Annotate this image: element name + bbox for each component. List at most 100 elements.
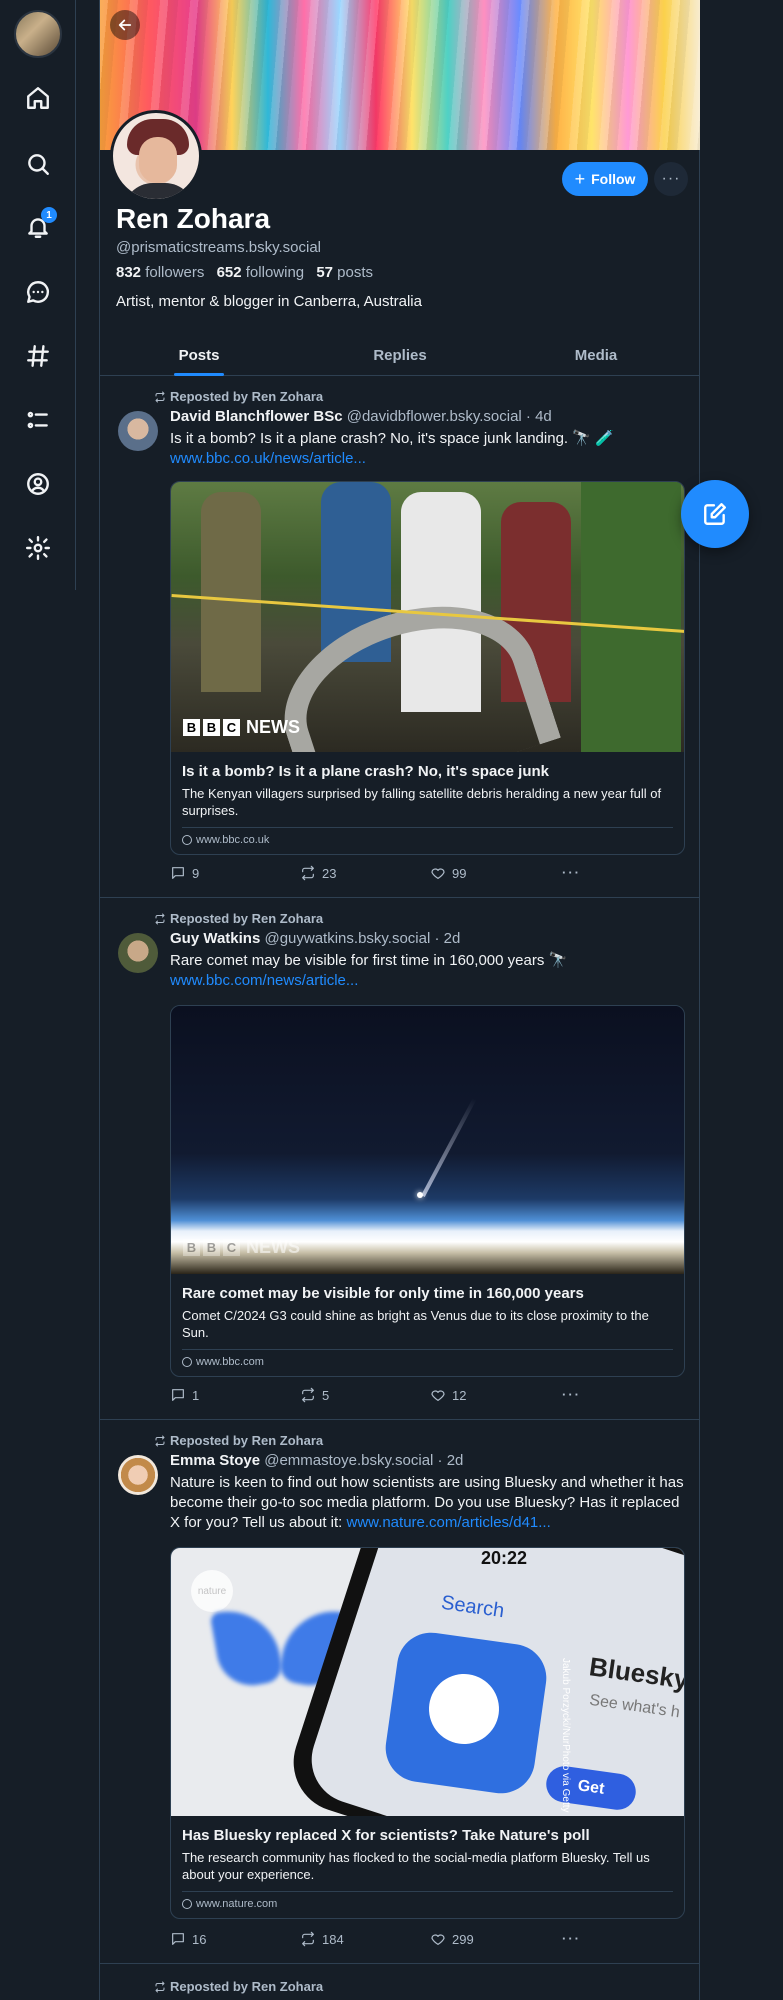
chat-icon[interactable] — [20, 274, 56, 310]
author-meta: @davidbflower.bsky.social · 4d — [346, 408, 552, 425]
feed-post[interactable]: Reposted by Ren Zohara Emma Stoye @emmas… — [100, 1421, 700, 1964]
gear-icon[interactable] — [20, 530, 56, 566]
author-name[interactable]: David Blanchflower BSc — [170, 408, 343, 425]
card-image: BBC NEWS — [171, 1006, 684, 1274]
repost-icon — [155, 391, 165, 402]
repost-button[interactable]: 5 — [300, 1387, 329, 1403]
reply-icon — [172, 1389, 184, 1401]
list-icon[interactable] — [20, 402, 56, 438]
back-button[interactable] — [110, 10, 140, 40]
post-header: Guy Watkins @guywatkins.bsky.social · 2d — [170, 930, 460, 947]
post-actions: 9 23 99 ··· — [170, 865, 630, 885]
repost-icon — [155, 1981, 165, 1992]
feed-post[interactable]: Reposted by Ren Zohara Guy Watkins @guyw… — [100, 899, 700, 1420]
card-domain: www.bbc.co.uk — [182, 827, 673, 846]
repost-indicator: Reposted by Ren Zohara — [154, 911, 323, 926]
post-text: Nature is keen to find out how scientist… — [170, 1474, 684, 1531]
followers-link[interactable]: 832 followers — [116, 264, 204, 281]
repost-indicator: Reposted by Ren Zohara — [154, 389, 323, 404]
author-name[interactable]: Emma Stoye — [170, 1452, 260, 1469]
bbc-news-logo: BBC NEWS — [183, 1237, 300, 1258]
reply-button[interactable]: 16 — [170, 1931, 206, 1947]
post-header: Emma Stoye @emmastoye.bsky.social · 2d — [170, 1452, 463, 1469]
repost-icon — [155, 913, 165, 924]
follow-button[interactable]: + Follow — [562, 162, 648, 196]
profile-handle: @prismaticstreams.bsky.social — [116, 239, 321, 256]
reply-icon — [172, 1933, 184, 1945]
card-domain: www.bbc.com — [182, 1349, 673, 1368]
home-icon[interactable] — [20, 80, 56, 116]
compose-icon — [704, 503, 726, 525]
heart-icon — [431, 1390, 445, 1401]
hashtag-icon[interactable] — [20, 338, 56, 374]
card-description: Comet C/2024 G3 could shine as bright as… — [182, 1308, 649, 1340]
main-column: + Follow ··· Ren Zohara @prismaticstream… — [99, 0, 700, 2000]
like-button[interactable]: 99 — [430, 865, 466, 881]
reply-button[interactable]: 9 — [170, 865, 199, 881]
following-link[interactable]: 652 following — [217, 264, 305, 281]
post-header: David Blanchflower BSc @davidbflower.bsk… — [170, 408, 552, 425]
post-link[interactable]: www.bbc.com/news/article... — [170, 972, 358, 989]
card-title: Has Bluesky replaced X for scientists? T… — [182, 1827, 590, 1844]
feed-post[interactable]: Reposted by Ren Zohara David Blanchflowe… — [100, 377, 700, 898]
reply-button[interactable]: 1 — [170, 1387, 199, 1403]
author-meta: @guywatkins.bsky.social · 2d — [264, 930, 461, 947]
bell-icon[interactable]: 1 — [20, 207, 57, 245]
profile-icon[interactable] — [20, 466, 56, 502]
repost-icon — [302, 865, 314, 881]
card-image: BBC NEWS — [171, 482, 684, 752]
left-nav: 1 — [0, 0, 76, 590]
tab-media[interactable]: Media — [566, 334, 626, 376]
repost-icon — [302, 1931, 314, 1947]
search-icon[interactable] — [20, 146, 56, 182]
posts-count: 57 posts — [316, 264, 374, 281]
post-link[interactable]: www.nature.com/articles/d41... — [347, 1514, 551, 1531]
author-name[interactable]: Guy Watkins — [170, 930, 260, 947]
post-more-button[interactable]: ··· — [562, 1387, 581, 1402]
author-meta: @emmastoye.bsky.social · 2d — [264, 1452, 464, 1469]
heart-icon — [431, 1934, 445, 1945]
display-name: Ren Zohara — [116, 203, 271, 234]
card-title: Rare comet may be visible for only time … — [182, 1285, 584, 1302]
tab-replies[interactable]: Replies — [360, 334, 440, 376]
more-options-button[interactable]: ··· — [654, 162, 688, 196]
globe-icon — [182, 1357, 192, 1367]
notification-badge: 1 — [41, 207, 57, 223]
card-description: The research community has flocked to th… — [182, 1850, 650, 1882]
avatar[interactable] — [118, 1455, 158, 1495]
card-image: nature 20:22 Search Bluesky See what's h… — [171, 1548, 684, 1816]
post-text: Is it a bomb? Is it a plane crash? No, i… — [170, 430, 614, 467]
reply-icon — [172, 867, 184, 879]
repost-button[interactable]: 184 — [300, 1931, 344, 1947]
avatar[interactable] — [118, 933, 158, 973]
plus-icon: + — [574, 169, 586, 189]
repost-button[interactable]: 23 — [300, 865, 336, 881]
link-card[interactable]: BBC NEWS Rare comet may be visible for o… — [170, 1005, 685, 1377]
post-more-button[interactable]: ··· — [562, 1931, 581, 1946]
post-more-button[interactable]: ··· — [562, 865, 581, 880]
post-link[interactable]: www.bbc.co.uk/news/article... — [170, 450, 366, 467]
post-actions: 16 184 299 ··· — [170, 1931, 630, 1951]
my-avatar[interactable] — [14, 10, 62, 58]
post-text: Rare comet may be visible for first time… — [170, 952, 568, 989]
avatar[interactable] — [118, 411, 158, 451]
profile-stats: 832 followers 652 following 57 posts — [116, 264, 381, 281]
link-card[interactable]: BBC NEWS Is it a bomb? Is it a plane cra… — [170, 481, 685, 855]
profile-bio: Artist, mentor & blogger in Canberra, Au… — [116, 293, 422, 310]
repost-icon — [302, 1387, 314, 1403]
card-domain: www.nature.com — [182, 1891, 673, 1910]
feed-post[interactable]: Reposted by Ren Zohara — [100, 1965, 700, 2000]
profile-tabs: Posts Replies Media — [100, 334, 700, 376]
card-title: Is it a bomb? Is it a plane crash? No, i… — [182, 763, 549, 780]
globe-icon — [182, 835, 192, 845]
repost-indicator: Reposted by Ren Zohara — [154, 1979, 323, 1994]
link-card[interactable]: nature 20:22 Search Bluesky See what's h… — [170, 1547, 685, 1919]
globe-icon — [182, 1899, 192, 1909]
compose-button[interactable] — [681, 480, 749, 548]
card-description: The Kenyan villagers surprised by fallin… — [182, 786, 662, 818]
profile-avatar[interactable] — [110, 110, 202, 202]
post-actions: 1 5 12 ··· — [170, 1387, 630, 1407]
like-button[interactable]: 299 — [430, 1931, 474, 1947]
tab-posts[interactable]: Posts — [174, 334, 224, 376]
like-button[interactable]: 12 — [430, 1387, 466, 1403]
